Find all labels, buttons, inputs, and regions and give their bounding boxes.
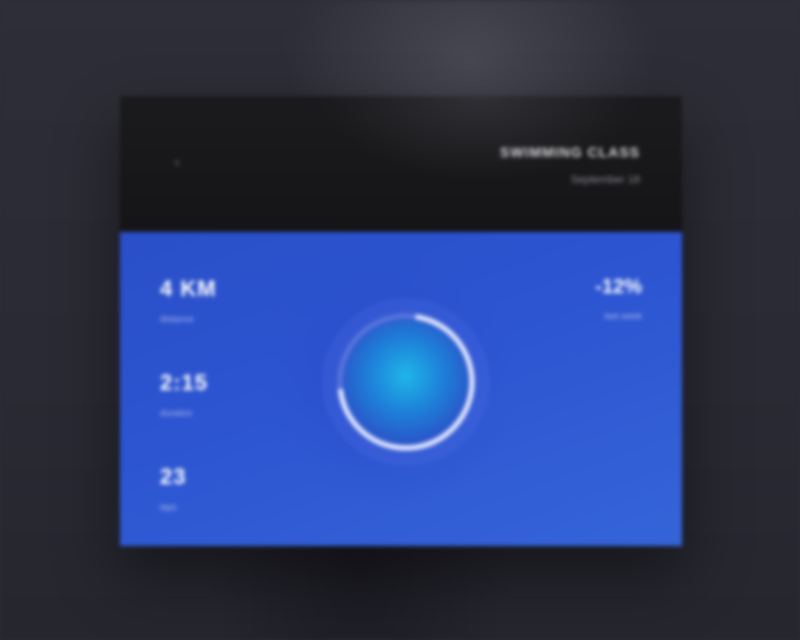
stat-duration-value: 2:15 (160, 370, 209, 395)
weekly-change-label: last week (604, 311, 642, 321)
activity-card: ‹ SWIMMING CLASS September 18 4 KM dista… (120, 96, 682, 546)
header-text: SWIMMING CLASS September 18 (500, 144, 640, 186)
class-date: September 18 (570, 174, 640, 186)
stat-laps-label: laps (160, 502, 177, 512)
stat-duration-label: duration (160, 408, 193, 418)
stat-distance-label: distance (160, 314, 194, 324)
stats-panel: 4 KM distance 2:15 duration 23 laps -12%… (120, 232, 682, 546)
weekly-change-value: -12% (595, 276, 642, 298)
progress-ring (316, 292, 496, 472)
back-arrow-icon[interactable]: ‹ (168, 154, 186, 172)
progress-ring-graphic (322, 298, 490, 466)
ring-core (344, 320, 468, 444)
class-title: SWIMMING CLASS (500, 144, 640, 160)
card-header: ‹ SWIMMING CLASS September 18 (120, 96, 682, 232)
weekly-change: -12% last week (595, 276, 642, 321)
stat-laps: 23 laps (160, 464, 186, 512)
stat-laps-value: 23 (160, 464, 187, 489)
stat-distance: 4 KM distance (160, 276, 217, 324)
stat-duration: 2:15 duration (160, 370, 208, 418)
stat-distance-value: 4 KM (160, 276, 217, 301)
